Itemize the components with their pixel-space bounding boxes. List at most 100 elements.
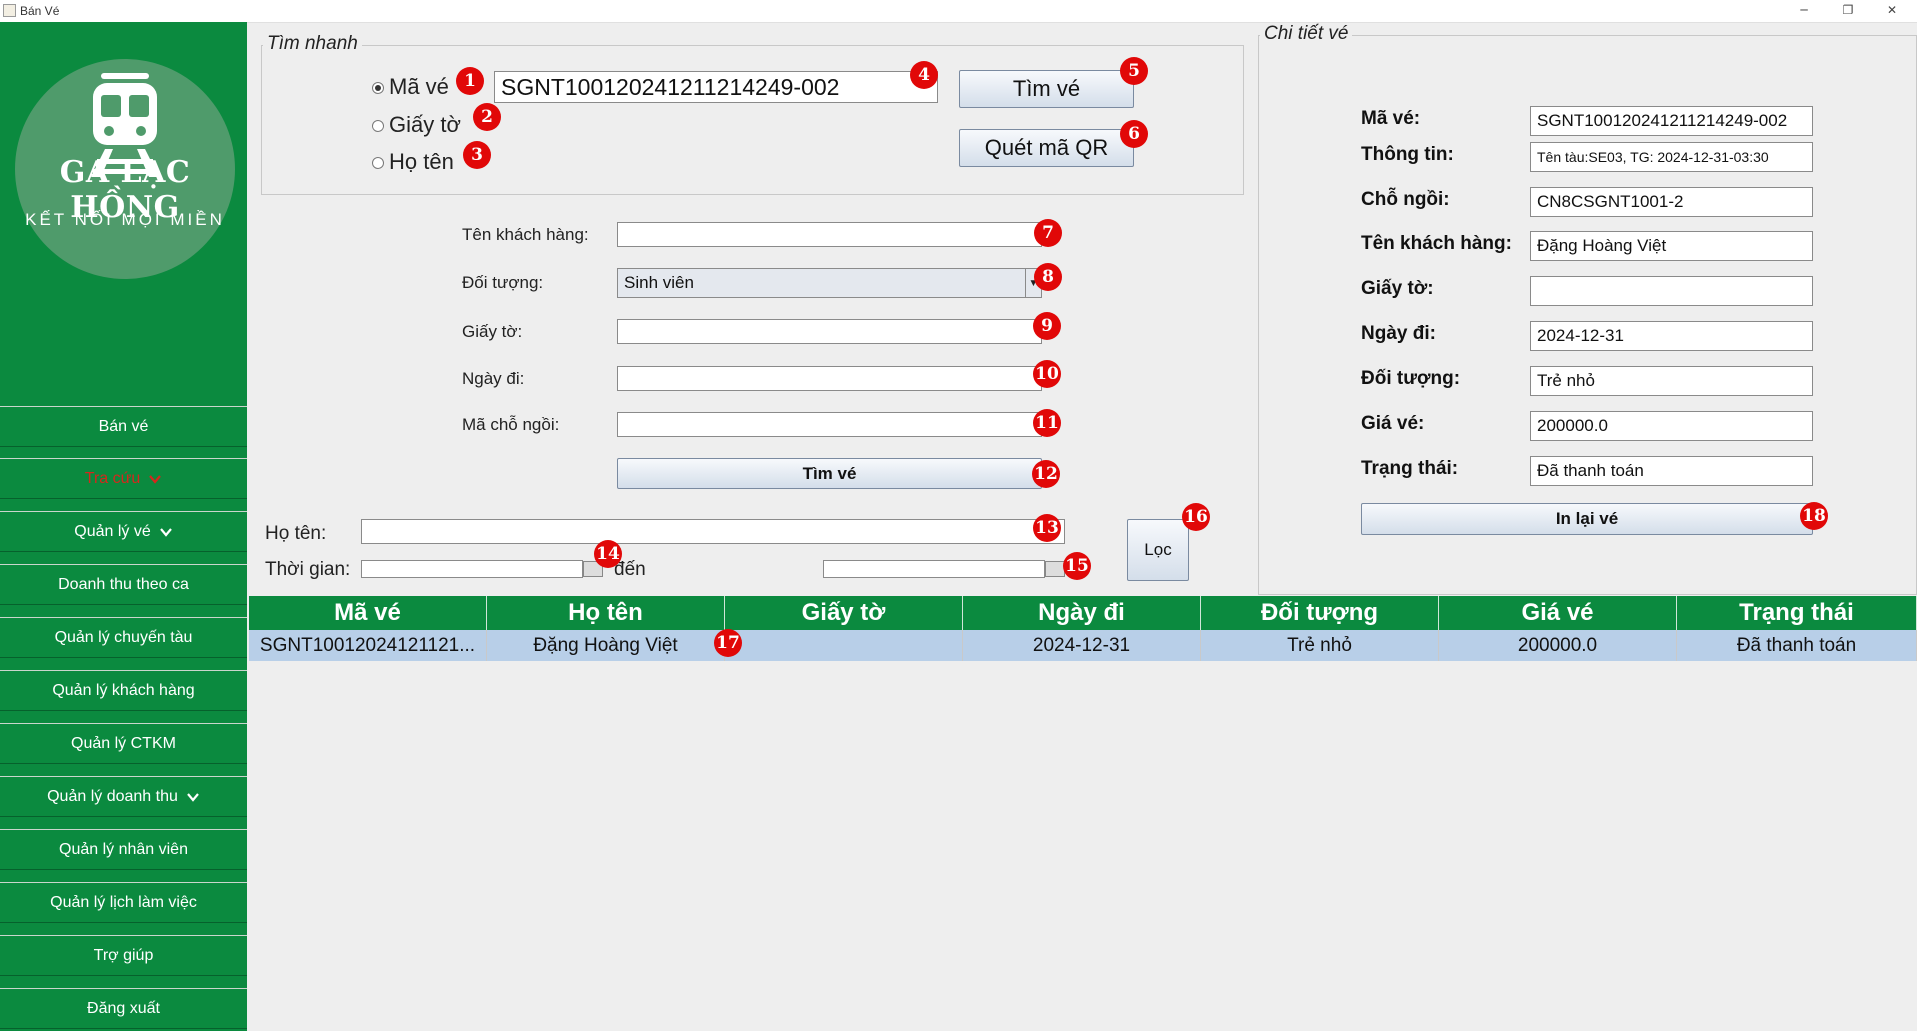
sidebar-item[interactable]: Bán vé bbox=[0, 406, 247, 447]
app-icon bbox=[3, 4, 16, 17]
to-date-input[interactable] bbox=[823, 560, 1045, 578]
sidebar-item[interactable]: Quản lý lịch làm việc bbox=[0, 882, 247, 923]
detail-value-field[interactable]: Đặng Hoàng Việt bbox=[1530, 231, 1813, 261]
detail-label: Thông tin: bbox=[1361, 144, 1454, 165]
column-header[interactable]: Đối tượng bbox=[1201, 596, 1439, 630]
detail-label: Giá vé: bbox=[1361, 413, 1425, 434]
sidebar-item[interactable]: Quản lý nhân viên bbox=[0, 829, 247, 870]
detail-label: Giấy tờ: bbox=[1361, 278, 1434, 299]
sidebar-item[interactable]: Quản lý chuyến tàu bbox=[0, 617, 247, 658]
detail-label: Tên khách hàng: bbox=[1361, 233, 1512, 254]
ten-khach-hang-label: Tên khách hàng: bbox=[462, 225, 589, 244]
sidebar-item-label: Bán vé bbox=[98, 417, 149, 435]
minimize-button[interactable]: ─ bbox=[1782, 0, 1826, 22]
radio-ma-ve[interactable] bbox=[372, 82, 384, 94]
sidebar-item-label: Quản lý vé bbox=[74, 522, 151, 540]
sidebar-item[interactable]: Đăng xuất bbox=[0, 988, 247, 1029]
ngay-di-input[interactable] bbox=[617, 366, 1042, 391]
ma-cho-ngoi-input[interactable] bbox=[617, 412, 1042, 437]
ticket-code-input[interactable]: SGNT10012024121121424​9-002 bbox=[494, 71, 938, 103]
detail-value-field[interactable]: 200000.0 bbox=[1530, 411, 1813, 441]
annotation-badge: 14 bbox=[594, 540, 622, 568]
radio-giay-to-label[interactable]: Giấy tờ bbox=[389, 112, 461, 138]
detail-value-field[interactable]: SGNT10012024121121424​9-002 bbox=[1530, 106, 1813, 136]
sidebar-item-label: Quản lý CTKM bbox=[71, 734, 176, 752]
column-header[interactable]: Mã vé bbox=[249, 596, 487, 630]
window-title: Bán Vé bbox=[20, 4, 60, 18]
radio-ho-ten[interactable] bbox=[372, 157, 384, 169]
scan-qr-button[interactable]: Quét mã QR bbox=[959, 129, 1134, 167]
table-cell[interactable]: Đặng Hoàng Việt bbox=[487, 630, 725, 661]
sidebar-item[interactable]: Quản lý doanh thu bbox=[0, 776, 247, 817]
sidebar-item-label: Trợ giúp bbox=[93, 946, 154, 964]
chevron-down-icon bbox=[159, 527, 172, 537]
annotation-badge: 1 bbox=[456, 67, 484, 95]
quick-find-button[interactable]: Tìm vé bbox=[959, 70, 1134, 108]
annotation-badge: 13 bbox=[1033, 514, 1061, 542]
detail-value-field[interactable]: Trẻ nhỏ bbox=[1530, 366, 1813, 396]
annotation-badge: 11 bbox=[1033, 409, 1061, 437]
sidebar-item-label: Quản lý khách hàng bbox=[52, 681, 195, 699]
reprint-button[interactable]: In lại vé bbox=[1361, 503, 1813, 535]
detail-value-field[interactable]: CN8CSGNT1001-2 bbox=[1530, 187, 1813, 217]
ticket-table: SGNT10012024121121... Đặng Hoàng Việt 2024… bbox=[249, 630, 1917, 1031]
annotation-badge: 12 bbox=[1032, 460, 1060, 488]
annotation-badge: 3 bbox=[463, 141, 491, 169]
radio-ma-ve-label[interactable]: Mã vé bbox=[389, 74, 449, 100]
sidebar-item[interactable]: Quản lý khách hàng bbox=[0, 670, 247, 711]
sidebar-item-label: Quản lý chuyến tàu bbox=[54, 628, 193, 646]
detail-label: Trạng thái: bbox=[1361, 458, 1459, 479]
ma-cho-ngoi-label: Mã chỗ ngồi: bbox=[462, 415, 560, 434]
detail-value-field[interactable]: 2024-12-31 bbox=[1530, 321, 1813, 351]
sidebar-item[interactable]: Tra cứu bbox=[0, 458, 247, 499]
table-cell[interactable]: SGNT10012024121121... bbox=[249, 630, 487, 661]
table-cell[interactable]: 2024-12-31 bbox=[963, 630, 1201, 661]
annotation-badge: 10 bbox=[1033, 360, 1061, 388]
table-cell[interactable] bbox=[725, 630, 963, 661]
sidebar-item-label: Quản lý nhân viên bbox=[59, 840, 188, 858]
sidebar-item-label: Tra cứu bbox=[84, 469, 141, 487]
annotation-badge: 8 bbox=[1034, 263, 1062, 291]
column-header[interactable]: Trạng thái bbox=[1677, 596, 1917, 630]
sidebar-item[interactable]: Trợ giúp bbox=[0, 935, 247, 976]
detail-value-field[interactable]: Đã thanh toán bbox=[1530, 456, 1813, 486]
column-header[interactable]: Giá vé bbox=[1439, 596, 1677, 630]
table-header: Mã vé Họ tên Giấy tờ Ngày đi Đối tượng Giá vé… bbox=[249, 596, 1917, 630]
annotation-badge: 5 bbox=[1120, 57, 1148, 85]
column-header[interactable]: Họ tên bbox=[487, 596, 725, 630]
giay-to-input[interactable] bbox=[617, 319, 1042, 344]
table-cell[interactable]: 200000.0 bbox=[1439, 630, 1677, 661]
ho-ten-filter-input[interactable] bbox=[361, 519, 1065, 544]
chevron-down-icon bbox=[187, 792, 199, 802]
column-header[interactable]: Ngày đi bbox=[963, 596, 1201, 630]
detail-value-field[interactable] bbox=[1530, 276, 1813, 306]
ten-khach-hang-input[interactable] bbox=[617, 222, 1042, 247]
table-cell[interactable]: Trẻ nhỏ bbox=[1201, 630, 1439, 661]
logo: GA LẠC HỒNG KẾT NỐI MỌI MIỀN bbox=[15, 59, 235, 279]
loc-button[interactable]: Lọc bbox=[1127, 519, 1189, 581]
table-row[interactable]: SGNT10012024121121... Đặng Hoàng Việt 2024… bbox=[249, 630, 1917, 661]
detail-title: Chi tiết vé bbox=[1260, 23, 1353, 45]
logo-subtitle: KẾT NỐI MỌI MIỀN bbox=[25, 210, 225, 229]
sidebar-item[interactable]: Quản lý CTKM bbox=[0, 723, 247, 764]
column-header[interactable]: Giấy tờ bbox=[725, 596, 963, 630]
doi-tuong-select[interactable]: Sinh viên ▼ bbox=[617, 268, 1042, 298]
ngay-di-label: Ngày đi: bbox=[462, 369, 525, 388]
search-find-button[interactable]: Tìm vé bbox=[617, 458, 1042, 489]
detail-label: Ngày đi: bbox=[1361, 323, 1436, 344]
window-titlebar: Bán Vé ─ ❐ ✕ bbox=[0, 0, 1917, 23]
radio-ho-ten-label[interactable]: Họ tên bbox=[389, 149, 454, 175]
sidebar-item[interactable]: Quản lý vé bbox=[0, 511, 247, 552]
radio-giay-to[interactable] bbox=[372, 120, 384, 132]
sidebar-item[interactable]: Doanh thu theo ca bbox=[0, 564, 247, 605]
detail-value-field[interactable]: Tên tàu:SE03, TG: 2024-12-31-03:30 bbox=[1530, 142, 1813, 172]
table-cell[interactable]: Đã thanh toán bbox=[1677, 630, 1917, 661]
sidebar-item-label: Quản lý doanh thu bbox=[47, 787, 178, 805]
annotation-badge: 16 bbox=[1182, 503, 1210, 531]
close-button[interactable]: ✕ bbox=[1870, 0, 1914, 22]
annotation-badge: 9 bbox=[1033, 312, 1061, 340]
calendar-icon[interactable] bbox=[1045, 561, 1065, 577]
from-date-input[interactable] bbox=[361, 560, 583, 578]
annotation-badge: 7 bbox=[1034, 219, 1062, 247]
restore-button[interactable]: ❐ bbox=[1826, 0, 1870, 22]
